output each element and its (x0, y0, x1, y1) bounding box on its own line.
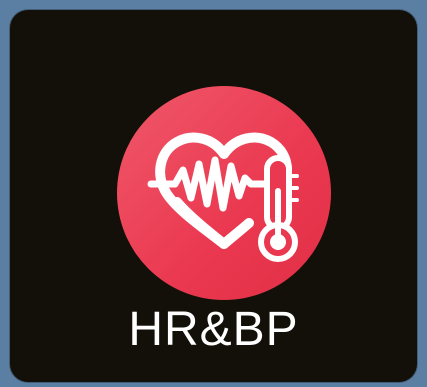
app-icon[interactable] (117, 86, 331, 300)
screen-background: HR&BP (0, 0, 427, 387)
app-tile[interactable]: HR&BP (10, 10, 417, 382)
heart-pulse-thermometer-icon (147, 132, 299, 262)
app-name-label: HR&BP (128, 303, 299, 356)
